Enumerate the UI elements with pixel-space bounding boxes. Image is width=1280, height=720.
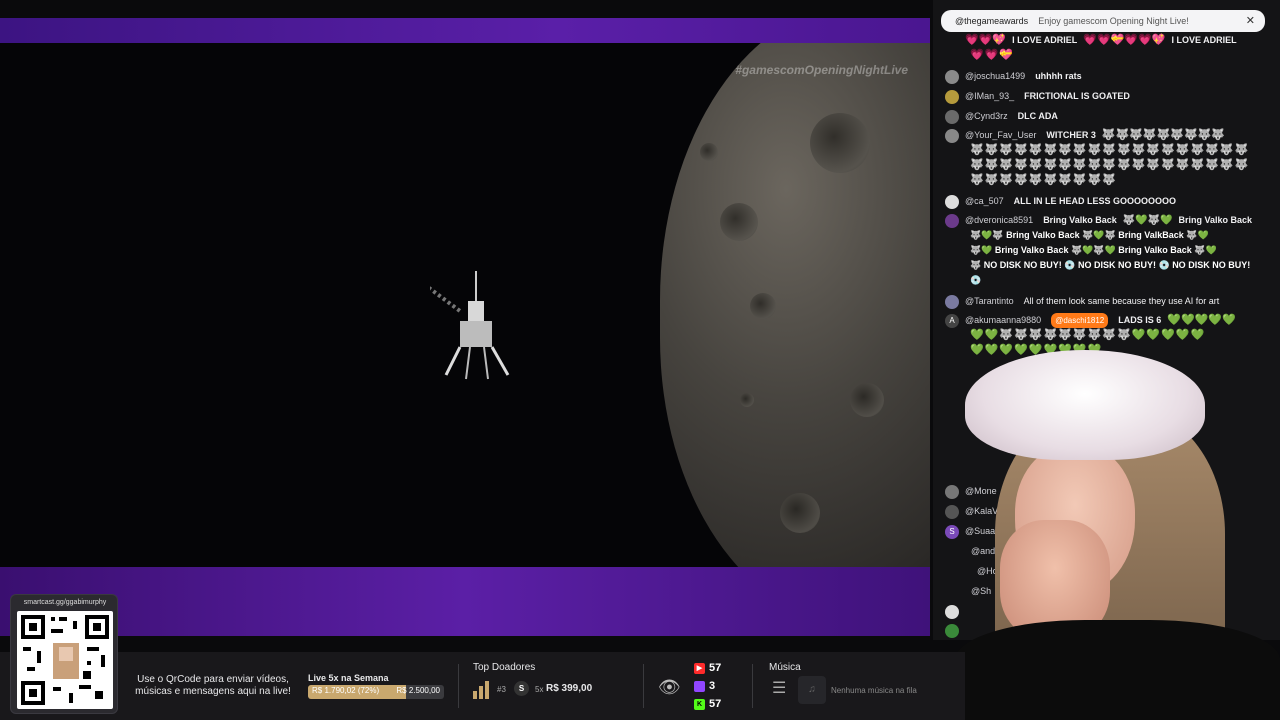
chat-message: @IMan_93_ FRICTIONAL IS GOATED	[945, 89, 1265, 104]
qr-help-text: Use o QrCode para enviar vídeos, músicas…	[135, 674, 291, 697]
chat-username[interactable]: @akumaanna9880	[965, 313, 1041, 328]
avatar[interactable]	[945, 295, 959, 309]
avatar[interactable]	[945, 90, 959, 104]
frame-top-border	[0, 18, 930, 43]
donor-rank: #3	[497, 685, 506, 694]
donor-amount: R$ 399,00	[546, 683, 593, 694]
music-title: Música	[769, 662, 801, 673]
goal-total: R$ 2.500,00	[396, 686, 440, 695]
frame-bottom-border	[0, 567, 930, 636]
webcam-overlay	[955, 350, 1280, 720]
chat-text: Bring Valko Back	[1043, 215, 1117, 225]
chat-message-continued: 🐺💚🐺 Bring Valko Back 🐺💚🐺 Bring ValkBack …	[970, 230, 1251, 285]
goal-progress-bar: R$ 1.790,02 (72%) R$ 2.500,00	[308, 685, 444, 699]
chat-username[interactable]: @Your_Fav_User	[965, 128, 1036, 143]
fur-hat	[965, 350, 1205, 460]
viewers-youtube: ▶ 57	[694, 662, 721, 674]
pinned-user: @thegameawards	[955, 16, 1029, 26]
youtube-icon: ▶	[694, 662, 705, 674]
pinned-message[interactable]: @thegameawards Enjoy gamescom Opening Ni…	[941, 10, 1265, 32]
avatar[interactable]	[945, 195, 959, 209]
chat-username[interactable]: @ca_507	[965, 194, 1004, 209]
chat-message: A @akumaanna9880 @daschi1812 LADS IS 6 💚…	[945, 313, 1265, 328]
chat-text: ALL IN LE HEAD LESS GOOOOOOOO	[1013, 196, 1177, 206]
goal-title: Live 5x na Semana	[308, 673, 389, 683]
stream-canvas: #gamescomOpeningNightLive @thegameawards…	[0, 0, 1280, 720]
eye-icon: 👁	[658, 677, 681, 697]
chat-text: All of them look same because they use A…	[1023, 296, 1220, 306]
avatar[interactable]: A	[945, 314, 959, 328]
video-frame: #gamescomOpeningNightLive	[0, 18, 930, 636]
chat-message: 💗💗💖 I LOVE ADRIEL 💗💗💝💗💗💖 I LOVE ADRIEL	[965, 34, 1237, 46]
music-note-icon: ♫	[798, 676, 826, 704]
chat-text: uhhhh rats	[1035, 71, 1082, 81]
donor-avatar: S	[514, 681, 529, 696]
playlist-icon: ☰	[772, 680, 787, 697]
video-player[interactable]: #gamescomOpeningNightLive	[0, 43, 930, 567]
kick-icon: K	[694, 698, 705, 710]
twitch-icon	[694, 680, 705, 692]
avatar[interactable]	[945, 129, 959, 143]
streamer-shirt	[955, 620, 1280, 720]
heart-emotes: 💗💗💖	[965, 34, 1007, 46]
mention-badge[interactable]: @daschi1812	[1051, 313, 1109, 328]
chat-text: LADS IS 6	[1118, 315, 1162, 325]
close-icon[interactable]: ✕	[1246, 14, 1255, 27]
event-hashtag: #gamescomOpeningNightLive	[735, 63, 908, 77]
viewers-kick: K 57	[694, 698, 721, 710]
chat-text: WITCHER 3	[1046, 130, 1096, 140]
heart-emotes: 💗💗💝💗💗💖	[1083, 34, 1166, 46]
lander-spacecraft	[430, 271, 510, 380]
donor-multiplier: 5x	[535, 685, 544, 694]
avatar[interactable]	[945, 214, 959, 228]
chat-text: FRICTIONAL IS GOATED	[1024, 91, 1130, 101]
chat-username[interactable]: @IMan_93_	[965, 89, 1014, 104]
chat-message: @joschua1499 uhhhh rats	[945, 69, 1265, 84]
chat-message: @Your_Fav_User WITCHER 3 🐺🐺🐺🐺🐺🐺🐺🐺🐺	[945, 128, 1265, 143]
chat-message: @Tarantinto All of them look same becaus…	[945, 294, 1265, 309]
heart-emotes: 💗💗💝	[970, 49, 1015, 61]
goal-current: R$ 1.790,02 (72%)	[312, 686, 380, 695]
avatar[interactable]	[945, 110, 959, 124]
chat-message: @dveronica8591 Bring Valko Back 🐺💚🐺💚 Bri…	[945, 213, 1265, 228]
divider	[458, 664, 459, 708]
moon-surface	[660, 43, 930, 567]
chat-message: @Cynd3rz DLC ADA	[945, 109, 1265, 124]
qr-card: smartcast.gg/ggabimurphy	[10, 594, 118, 714]
divider	[643, 664, 644, 708]
wolf-emotes: 🐺🐺🐺🐺🐺🐺🐺🐺🐺	[1101, 129, 1226, 141]
top-donors-title: Top Doadores	[473, 662, 536, 673]
chat-message: @ca_507 ALL IN LE HEAD LESS GOOOOOOOO	[945, 194, 1265, 209]
viewers-twitch: 3	[694, 680, 715, 692]
music-queue-status: Nenhuma música na fila	[831, 686, 917, 695]
chat-username[interactable]: @Tarantinto	[965, 294, 1014, 309]
qr-code[interactable]	[17, 611, 113, 709]
avatar[interactable]	[945, 70, 959, 84]
wolf-emotes: 🐺🐺🐺🐺🐺🐺🐺🐺🐺🐺🐺🐺🐺🐺🐺🐺🐺🐺🐺🐺🐺🐺🐺🐺🐺🐺🐺🐺🐺🐺🐺🐺🐺🐺🐺🐺🐺🐺🐺🐺…	[970, 144, 1250, 186]
bar-chart-icon	[473, 681, 489, 699]
chat-text: DLC ADA	[1017, 111, 1058, 121]
divider	[752, 664, 753, 708]
chat-username[interactable]: @joschua1499	[965, 69, 1025, 84]
chat-username[interactable]: @Cynd3rz	[965, 109, 1008, 124]
chat-username[interactable]: @dveronica8591	[965, 213, 1033, 228]
pinned-text: Enjoy gamescom Opening Night Live!	[1038, 16, 1189, 26]
qr-url[interactable]: smartcast.gg/ggabimurphy	[11, 599, 119, 606]
